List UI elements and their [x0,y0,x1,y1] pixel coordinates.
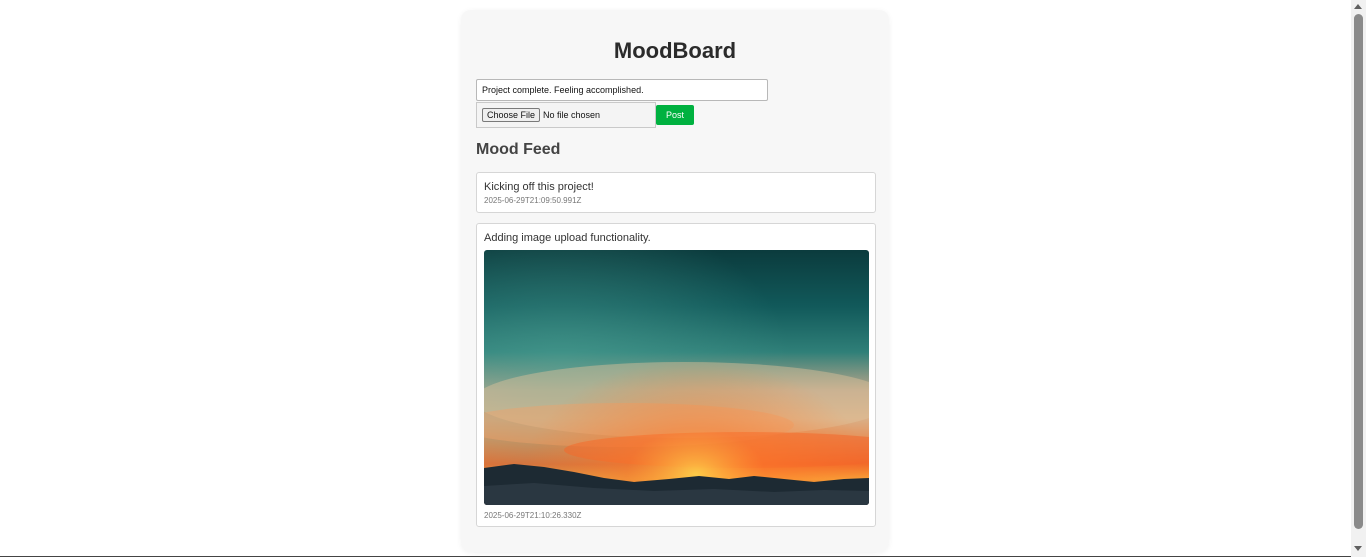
scrollbar-thumb[interactable] [1354,14,1363,529]
scroll-up-arrow-icon[interactable] [1354,4,1362,9]
choose-file-button[interactable]: Choose File [482,108,541,122]
post-timestamp: 2025-06-29T21:10:26.330Z [484,511,582,520]
feed-post: Kicking off this project! 2025-06-29T21:… [476,172,876,213]
mood-text-input[interactable] [476,79,768,101]
feed-heading: Mood Feed [476,141,561,158]
post-button[interactable]: Post [656,105,694,125]
sunset-landscape-photo [484,250,869,505]
scroll-down-arrow-icon[interactable] [1354,546,1362,551]
feed-post: Adding image upload functionality. 2025-… [476,223,876,527]
page-scrollbar[interactable] [1351,0,1366,557]
post-image [484,250,869,505]
page-title: MoodBoard [613,38,737,63]
file-status-text: No file chosen [543,110,601,120]
post-text: Adding image upload functionality. [484,232,651,244]
post-timestamp: 2025-06-29T21:09:50.991Z [484,196,582,205]
moodboard-card: MoodBoard Choose File No file chosen Pos… [461,10,889,552]
file-upload-field[interactable]: Choose File No file chosen [476,102,656,128]
post-text: Kicking off this project! [484,181,594,193]
